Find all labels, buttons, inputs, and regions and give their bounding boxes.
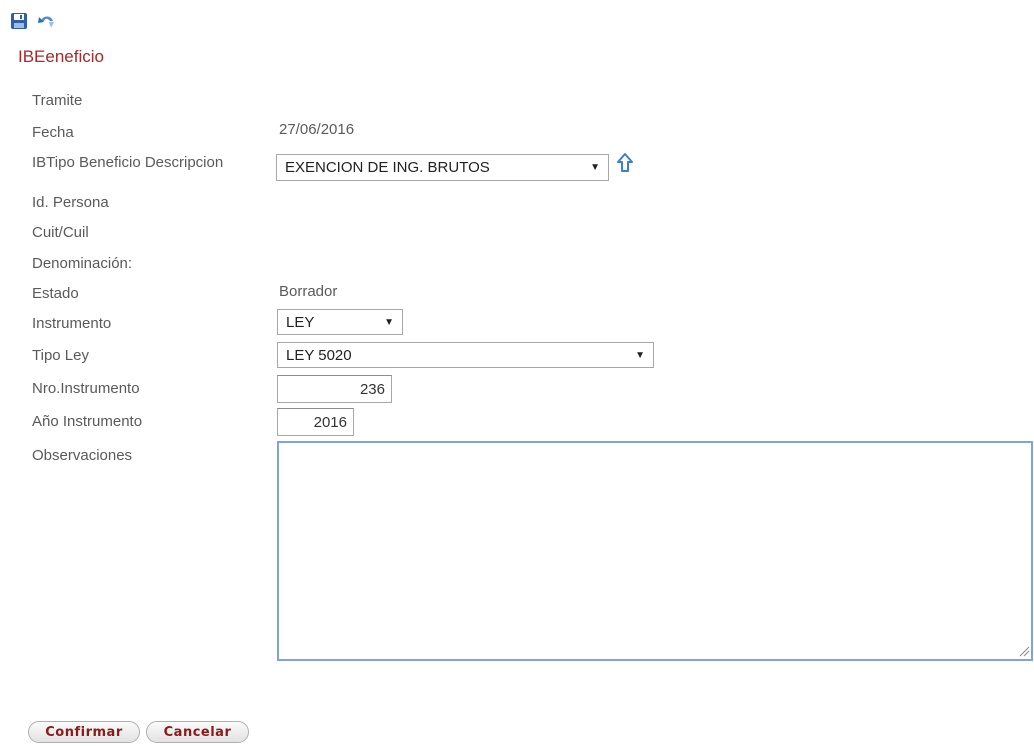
instrumento-select[interactable]: LEY ▼ (277, 309, 403, 335)
estado-value: Borrador (279, 283, 338, 300)
page-title: IBEeneficio (18, 47, 104, 66)
anio-instrumento-input[interactable] (277, 408, 354, 436)
fecha-value: 27/06/2016 (279, 121, 355, 138)
save-button[interactable] (8, 10, 30, 32)
instrumento-label: Instrumento (32, 315, 112, 332)
tipo-beneficio-label: IBTipo Beneficio Descripcion (32, 154, 224, 171)
tipo-beneficio-selected: EXENCION DE ING. BRUTOS (285, 159, 490, 176)
resize-grip-icon[interactable] (1018, 645, 1030, 657)
tipo-ley-selected: LEY 5020 (286, 346, 352, 364)
denominacion-label: Denominación: (32, 255, 133, 272)
toolbar (8, 10, 58, 32)
chevron-down-icon: ▼ (384, 316, 394, 328)
confirm-button[interactable]: Confirmar (28, 721, 140, 743)
chevron-down-icon: ▼ (635, 349, 645, 361)
arrow-up-icon[interactable] (615, 152, 635, 174)
undo-icon (38, 16, 54, 28)
id-persona-label: Id. Persona (32, 194, 109, 211)
save-icon (11, 13, 27, 29)
cancel-button[interactable]: Cancelar (146, 721, 249, 743)
tipo-ley-select[interactable]: LEY 5020 ▼ (277, 342, 654, 368)
chevron-down-icon: ▼ (590, 162, 600, 173)
tipo-beneficio-select[interactable]: EXENCION DE ING. BRUTOS ▼ (276, 154, 609, 181)
instrumento-selected: LEY (286, 313, 315, 331)
tramite-label: Tramite (32, 92, 83, 109)
cuit-cuil-label: Cuit/Cuil (32, 224, 89, 241)
undo-button[interactable] (36, 10, 58, 32)
estado-label: Estado (32, 285, 79, 302)
anio-instrumento-label: Año Instrumento (32, 413, 143, 430)
nro-instrumento-label: Nro.Instrumento (32, 380, 140, 397)
observaciones-label: Observaciones (32, 447, 133, 464)
nro-instrumento-input[interactable] (277, 375, 392, 403)
observaciones-textarea[interactable] (277, 441, 1033, 661)
tipo-ley-label: Tipo Ley (32, 347, 89, 364)
fecha-label: Fecha (32, 124, 74, 141)
